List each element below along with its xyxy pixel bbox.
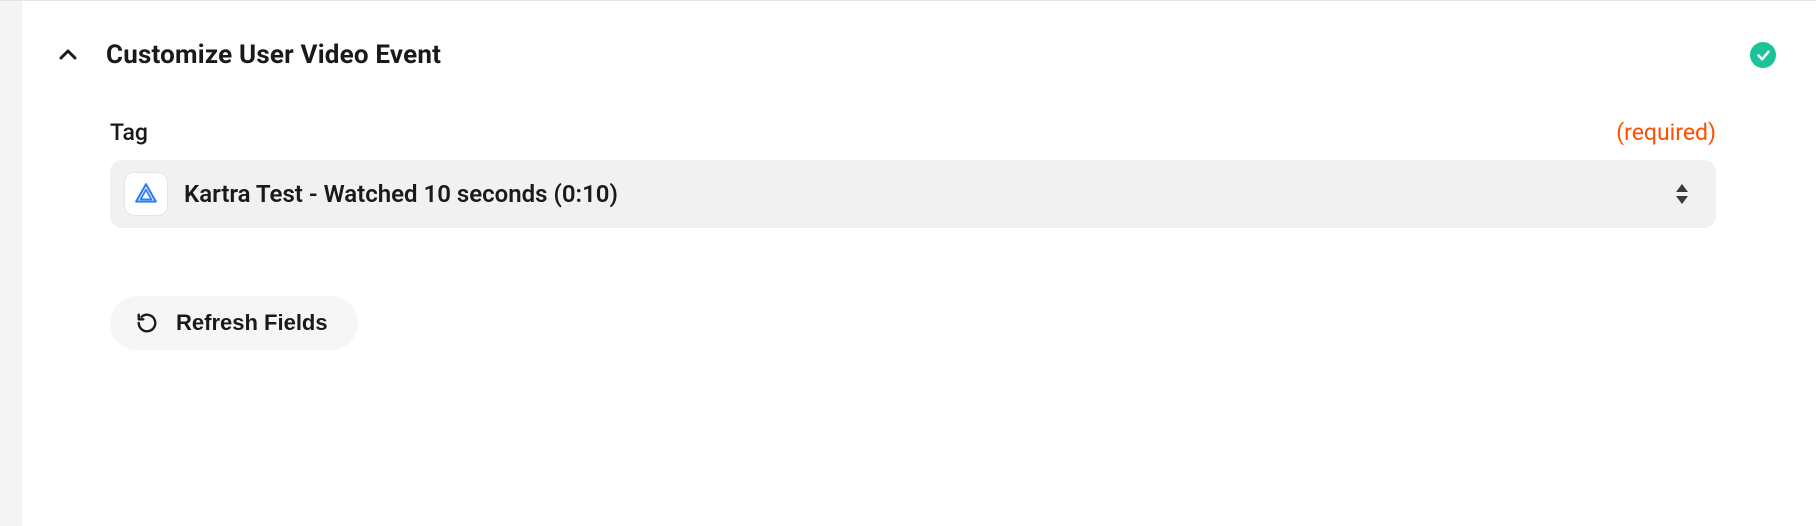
caret-up-icon (1674, 183, 1690, 193)
select-value: Kartra Test - Watched 10 seconds (0:10) (184, 180, 618, 208)
field-label: Tag (110, 119, 148, 146)
refresh-icon (136, 312, 158, 334)
section-panel: Customize User Video Event Tag (required… (22, 1, 1816, 526)
page-container: Customize User Video Event Tag (required… (0, 0, 1816, 526)
section-header: Customize User Video Event (22, 1, 1816, 73)
tag-select[interactable]: Kartra Test - Watched 10 seconds (0:10) (110, 160, 1716, 228)
check-icon (1756, 48, 1771, 63)
select-arrows (1674, 183, 1690, 205)
refresh-row: Refresh Fields (22, 296, 1816, 350)
refresh-fields-button[interactable]: Refresh Fields (110, 296, 358, 350)
status-badge-success (1750, 42, 1776, 68)
left-rail (0, 1, 22, 526)
section-title: Customize User Video Event (106, 40, 441, 70)
field-required-hint: (required) (1616, 119, 1716, 146)
collapse-toggle[interactable] (50, 37, 86, 73)
caret-down-icon (1674, 195, 1690, 205)
tag-field-block: Tag (required) Kartra Test - Watched 10 … (22, 119, 1816, 228)
field-label-row: Tag (required) (110, 119, 1716, 146)
refresh-fields-label: Refresh Fields (176, 310, 328, 336)
app-icon-container (124, 172, 168, 216)
triangle-icon (133, 181, 159, 207)
chevron-up-icon (56, 43, 80, 67)
